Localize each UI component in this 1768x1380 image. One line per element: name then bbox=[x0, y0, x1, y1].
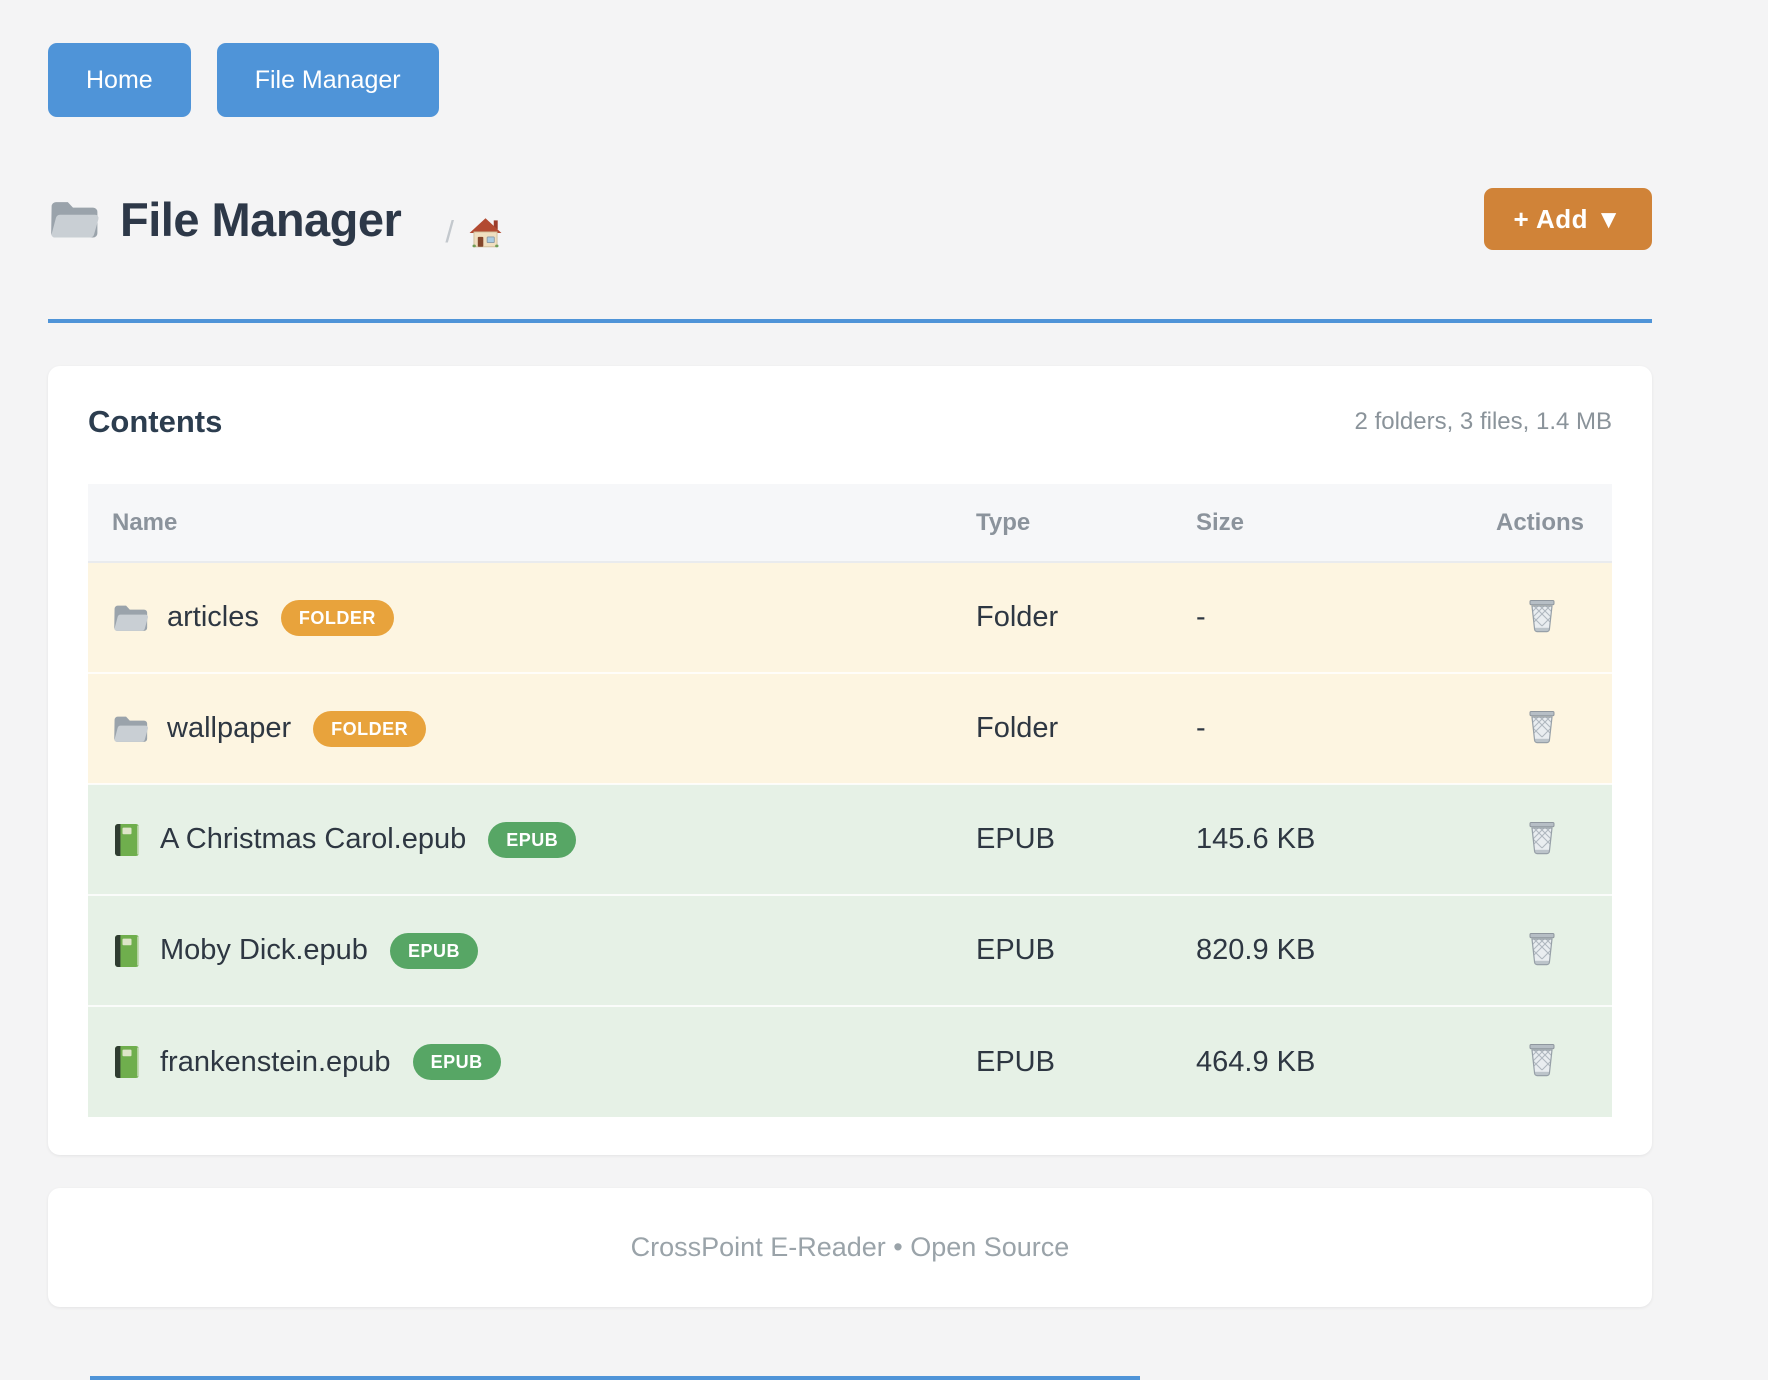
table-header-row: Name Type Size Actions bbox=[88, 484, 1612, 562]
page-header: File Manager / + Add ▼ bbox=[48, 187, 1652, 251]
file-manager-button[interactable]: File Manager bbox=[217, 43, 439, 117]
file-type: EPUB bbox=[952, 1006, 1172, 1117]
file-badge: EPUB bbox=[488, 822, 576, 858]
file-type: EPUB bbox=[952, 784, 1172, 895]
file-name: A Christmas Carol.epub bbox=[160, 823, 466, 856]
book-icon bbox=[112, 823, 142, 857]
contents-heading: Contents bbox=[88, 404, 222, 440]
table-row: frankenstein.epub EPUB EPUB 464.9 KB bbox=[88, 1006, 1612, 1117]
house-icon[interactable] bbox=[469, 217, 502, 248]
contents-card-header: Contents 2 folders, 3 files, 1.4 MB bbox=[88, 404, 1612, 440]
file-size: 820.9 KB bbox=[1172, 895, 1472, 1006]
trash-icon bbox=[1526, 931, 1558, 967]
file-table: Name Type Size Actions bbox=[88, 484, 1612, 1117]
column-header-actions: Actions bbox=[1472, 484, 1612, 562]
header-divider bbox=[48, 319, 1652, 323]
trash-icon bbox=[1526, 709, 1558, 745]
table-row: Moby Dick.epub EPUB EPUB 820.9 KB bbox=[88, 895, 1612, 1006]
file-type: Folder bbox=[952, 562, 1172, 673]
file-badge: EPUB bbox=[413, 1044, 501, 1080]
breadcrumb-separator: / bbox=[445, 214, 454, 250]
breadcrumb: / bbox=[445, 214, 502, 250]
column-header-name: Name bbox=[88, 484, 952, 562]
delete-button[interactable] bbox=[1520, 927, 1564, 974]
file-name: frankenstein.epub bbox=[160, 1046, 391, 1079]
page-container: Home File Manager File Manager / bbox=[48, 0, 1652, 1307]
file-size: 464.9 KB bbox=[1172, 1006, 1472, 1117]
column-header-size: Size bbox=[1172, 484, 1472, 562]
table-body: articles FOLDER Folder - bbox=[88, 562, 1612, 1117]
file-type: Folder bbox=[952, 673, 1172, 784]
contents-card: Contents 2 folders, 3 files, 1.4 MB Name… bbox=[48, 366, 1652, 1155]
delete-button[interactable] bbox=[1520, 1038, 1564, 1085]
folder-icon bbox=[112, 602, 149, 634]
table-row: articles FOLDER Folder - bbox=[88, 562, 1612, 673]
book-icon bbox=[112, 934, 142, 968]
book-icon bbox=[112, 1045, 142, 1079]
column-header-type: Type bbox=[952, 484, 1172, 562]
trash-icon bbox=[1526, 598, 1558, 634]
trash-icon bbox=[1526, 1042, 1558, 1078]
bottom-divider-sliver bbox=[90, 1376, 1140, 1380]
table-row: wallpaper FOLDER Folder - bbox=[88, 673, 1612, 784]
file-badge: FOLDER bbox=[281, 600, 394, 636]
delete-button[interactable] bbox=[1520, 816, 1564, 863]
file-type: EPUB bbox=[952, 895, 1172, 1006]
delete-button[interactable] bbox=[1520, 705, 1564, 752]
folder-icon bbox=[48, 197, 100, 242]
file-size: 145.6 KB bbox=[1172, 784, 1472, 895]
file-badge: FOLDER bbox=[313, 711, 426, 747]
file-name: Moby Dick.epub bbox=[160, 934, 368, 967]
top-nav: Home File Manager bbox=[48, 0, 1652, 117]
file-name: articles bbox=[167, 601, 259, 634]
file-size: - bbox=[1172, 562, 1472, 673]
page-title: File Manager bbox=[120, 192, 401, 247]
table-row: A Christmas Carol.epub EPUB EPUB 145.6 K… bbox=[88, 784, 1612, 895]
file-size: - bbox=[1172, 673, 1472, 784]
footer-text: CrossPoint E-Reader • Open Source bbox=[631, 1232, 1070, 1263]
delete-button[interactable] bbox=[1520, 594, 1564, 641]
file-name: wallpaper bbox=[167, 712, 291, 745]
add-button[interactable]: + Add ▼ bbox=[1484, 188, 1652, 250]
file-badge: EPUB bbox=[390, 933, 478, 969]
contents-summary: 2 folders, 3 files, 1.4 MB bbox=[1355, 408, 1612, 436]
footer: CrossPoint E-Reader • Open Source bbox=[48, 1188, 1652, 1307]
home-button[interactable]: Home bbox=[48, 43, 191, 117]
title-group: File Manager / bbox=[48, 188, 1484, 250]
trash-icon bbox=[1526, 820, 1558, 856]
folder-icon bbox=[112, 713, 149, 745]
